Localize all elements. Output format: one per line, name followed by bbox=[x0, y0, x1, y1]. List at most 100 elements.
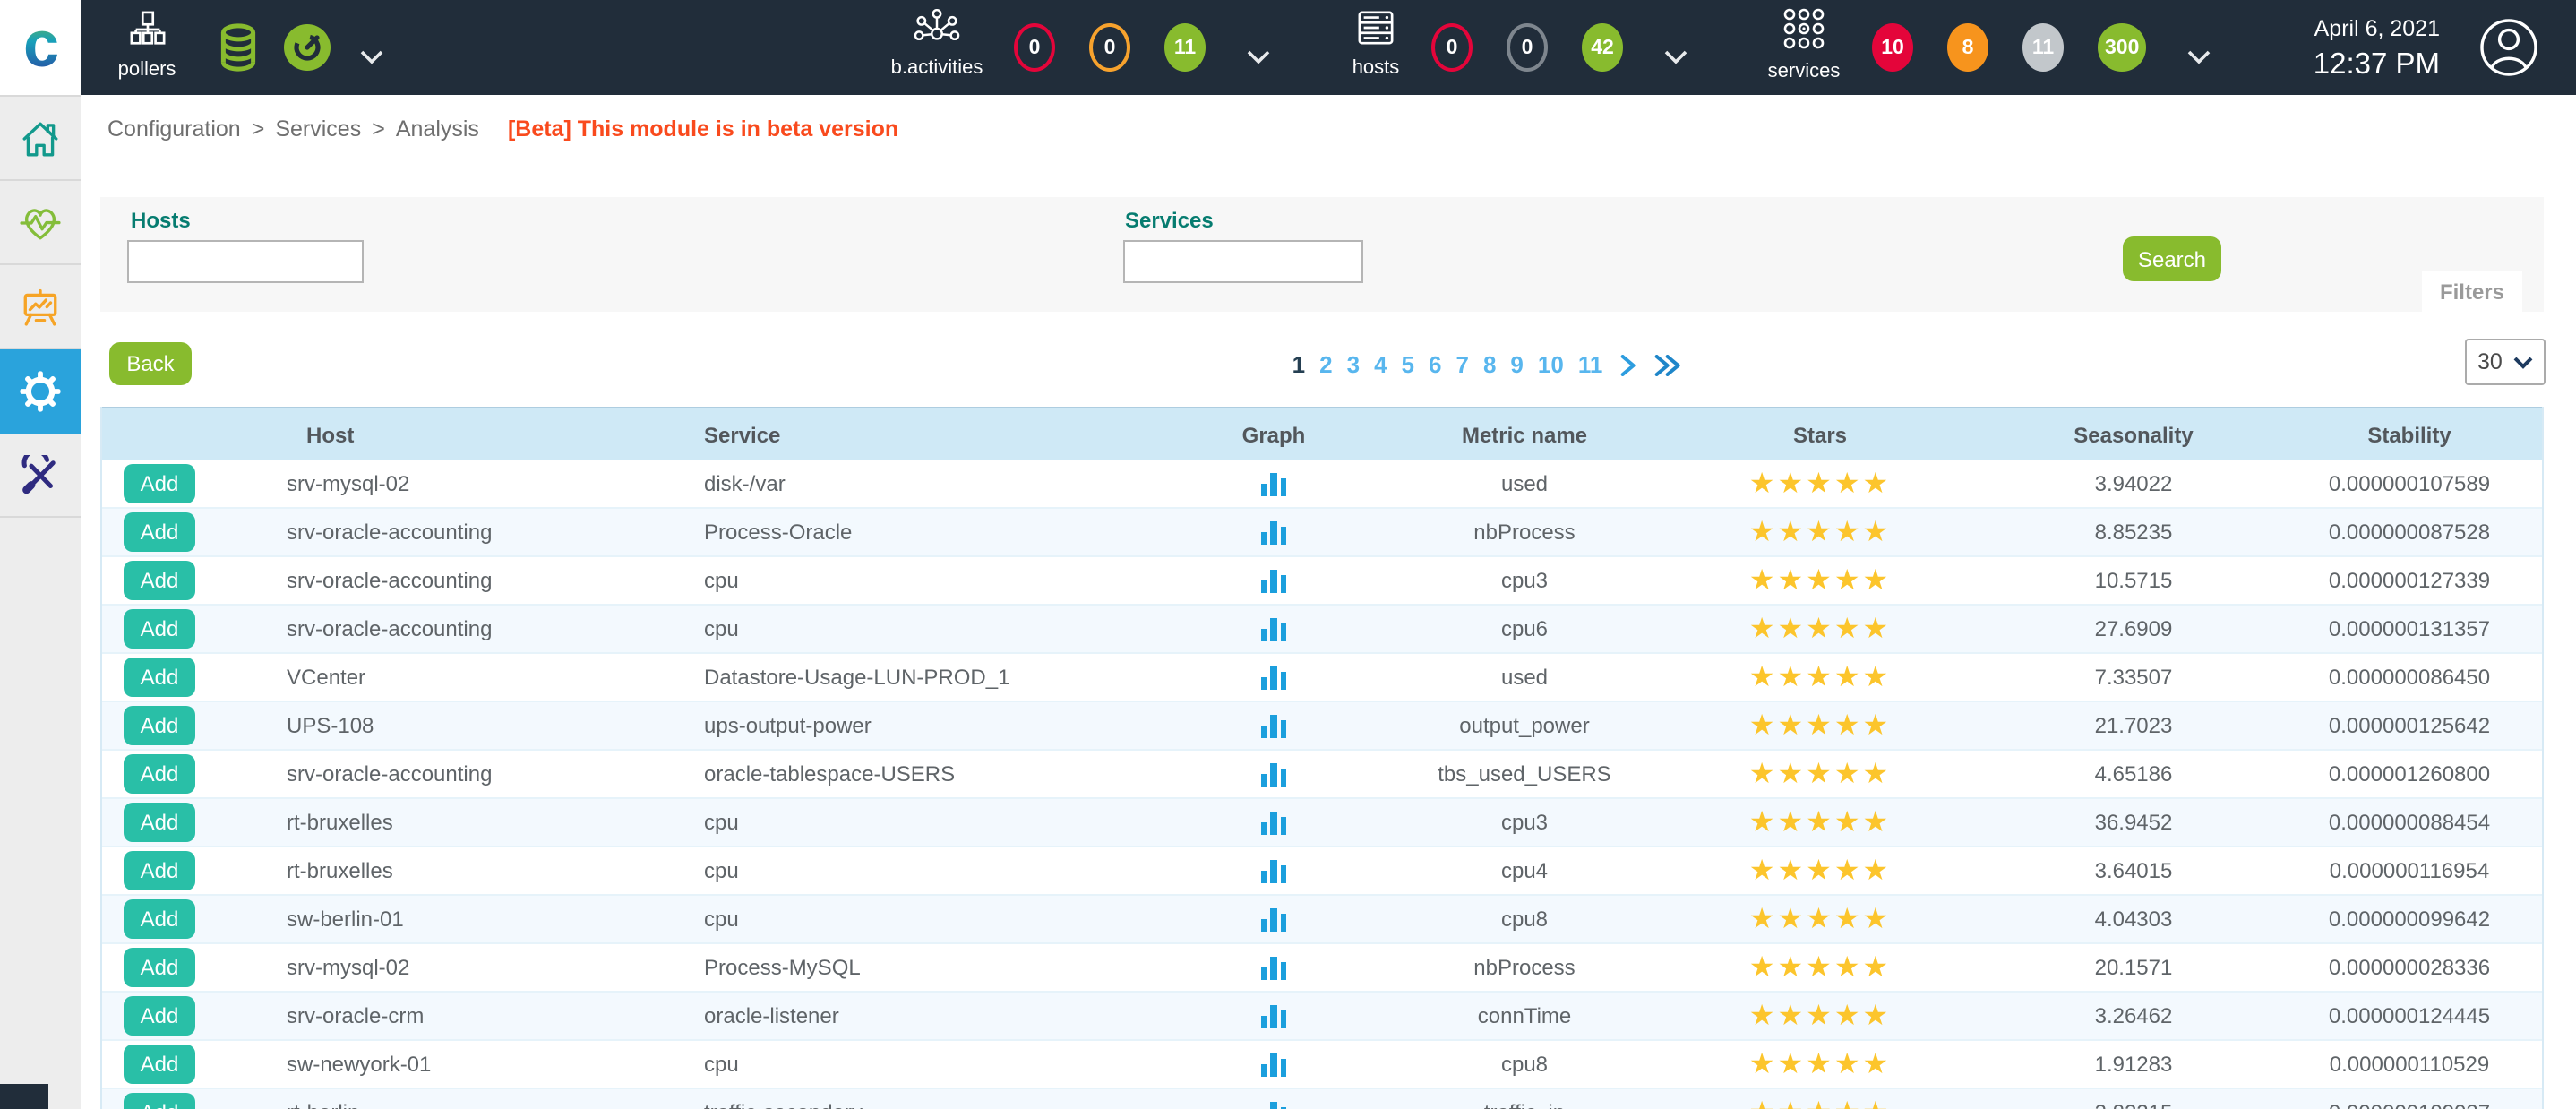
page-6[interactable]: 6 bbox=[1429, 351, 1441, 378]
hosts-filter-label: Hosts bbox=[131, 208, 191, 233]
page-8[interactable]: 8 bbox=[1483, 351, 1496, 378]
bar-chart-icon[interactable] bbox=[1261, 1101, 1287, 1109]
page-3[interactable]: 3 bbox=[1347, 351, 1360, 378]
status-badge-outline-red[interactable]: 0 bbox=[1014, 23, 1055, 72]
ba-dropdown[interactable] bbox=[1247, 41, 1270, 73]
bar-chart-icon[interactable] bbox=[1261, 956, 1287, 979]
page-7[interactable]: 7 bbox=[1455, 351, 1468, 378]
add-button[interactable]: Add bbox=[124, 851, 195, 890]
metric-cell: connTime bbox=[1399, 993, 1650, 1039]
server-icon bbox=[1356, 9, 1395, 47]
chevron-down-icon bbox=[2513, 356, 2533, 368]
host-cell: srv-oracle-crm bbox=[217, 993, 647, 1039]
table-row: Addsrv-oracle-accountingoracle-tablespac… bbox=[102, 751, 2542, 799]
add-button[interactable]: Add bbox=[124, 706, 195, 745]
page-9[interactable]: 9 bbox=[1510, 351, 1523, 378]
hosts-filter-input[interactable] bbox=[127, 240, 364, 283]
sidebar-item-home[interactable] bbox=[0, 97, 81, 181]
stability-cell: 0.000000124445 bbox=[2277, 993, 2542, 1039]
services-dropdown[interactable] bbox=[2187, 41, 2211, 73]
breadcrumb-configuration[interactable]: Configuration bbox=[107, 116, 241, 142]
seasonality-cell: 7.33507 bbox=[1990, 654, 2277, 701]
table-row: Add srv-oracle-crmoracle-listener connTime… bbox=[102, 993, 2542, 1041]
status-badge-fill-gray[interactable]: 11 bbox=[2022, 23, 2064, 72]
add-button[interactable]: Add bbox=[124, 948, 195, 987]
bar-chart-icon[interactable] bbox=[1261, 1004, 1287, 1027]
add-button[interactable]: Add bbox=[124, 464, 195, 503]
add-button[interactable]: Add bbox=[124, 512, 195, 552]
status-badge-outline-gray[interactable]: 0 bbox=[1507, 23, 1548, 72]
status-badge-fill-green[interactable]: 300 bbox=[2098, 23, 2146, 72]
service-cell: oracle-listener bbox=[647, 993, 1148, 1039]
status-badge-outline-orange[interactable]: 0 bbox=[1089, 23, 1130, 72]
bar-chart-icon[interactable] bbox=[1261, 762, 1287, 786]
search-button[interactable]: Search bbox=[2123, 236, 2221, 281]
service-cell: oracle-tablespace-USERS bbox=[647, 751, 1148, 797]
add-button[interactable]: Add bbox=[124, 561, 195, 600]
service-cell: cpu bbox=[647, 557, 1148, 604]
add-button[interactable]: Add bbox=[124, 658, 195, 697]
next-page-button[interactable] bbox=[1620, 354, 1636, 375]
gauge-icon bbox=[283, 23, 331, 72]
ba-menu[interactable]: b.activities bbox=[885, 9, 989, 79]
top-bar: c pollers bbox=[0, 0, 2576, 95]
add-button[interactable]: Add bbox=[124, 1045, 195, 1084]
table-row: Addrt-bruxellescpucpu3★★★★★36.94520.0000… bbox=[102, 799, 2542, 847]
status-badge-fill-green[interactable]: 11 bbox=[1164, 23, 1206, 72]
pollers-dropdown[interactable] bbox=[360, 41, 383, 73]
add-button[interactable]: Add bbox=[124, 899, 195, 939]
page-5[interactable]: 5 bbox=[1402, 351, 1414, 378]
page-11[interactable]: 11 bbox=[1578, 351, 1603, 378]
star-rating: ★★★★★ bbox=[1650, 702, 1990, 749]
sidebar-item-configuration[interactable] bbox=[0, 349, 81, 434]
add-button[interactable]: Add bbox=[124, 803, 195, 842]
stability-cell: 0.000000028336 bbox=[2277, 944, 2542, 991]
hosts-menu[interactable]: hosts bbox=[1335, 9, 1417, 79]
services-filter-input[interactable] bbox=[1123, 240, 1363, 283]
bar-chart-icon[interactable] bbox=[1261, 666, 1287, 689]
page-size-select[interactable]: 30 bbox=[2465, 339, 2546, 385]
filters-toggle[interactable]: Filters bbox=[2422, 271, 2522, 312]
hosts-dropdown[interactable] bbox=[1664, 41, 1687, 73]
status-badge-fill-green[interactable]: 42 bbox=[1582, 23, 1623, 72]
sidebar-item-administration[interactable] bbox=[0, 434, 81, 518]
sidebar-item-reporting[interactable] bbox=[0, 265, 81, 349]
bar-chart-icon[interactable] bbox=[1261, 811, 1287, 834]
user-menu[interactable] bbox=[2479, 18, 2538, 86]
star-rating: ★★★★★ bbox=[1650, 1041, 1990, 1088]
bar-chart-icon[interactable] bbox=[1261, 520, 1287, 544]
page-10[interactable]: 10 bbox=[1538, 351, 1564, 378]
database-status[interactable] bbox=[217, 23, 260, 81]
pagination: 123456789 10 11 bbox=[1292, 351, 1682, 378]
status-badge-fill-red[interactable]: 10 bbox=[1872, 23, 1913, 72]
pollers-menu[interactable]: pollers bbox=[107, 11, 186, 81]
database-icon bbox=[217, 23, 260, 72]
latency-status[interactable] bbox=[283, 23, 331, 81]
add-button[interactable]: Add bbox=[124, 754, 195, 794]
bar-chart-icon[interactable] bbox=[1261, 472, 1287, 495]
service-cell: Process-MySQL bbox=[647, 944, 1148, 991]
breadcrumb-services[interactable]: Services bbox=[275, 116, 361, 142]
services-menu[interactable]: services bbox=[1756, 7, 1852, 82]
chevron-down-icon bbox=[1664, 50, 1687, 64]
metric-cell: used bbox=[1399, 460, 1650, 507]
centreon-logo[interactable]: c bbox=[0, 0, 81, 95]
back-button[interactable]: Back bbox=[109, 342, 192, 385]
sidebar-item-monitoring[interactable] bbox=[0, 181, 81, 265]
bar-chart-icon[interactable] bbox=[1261, 569, 1287, 592]
bar-chart-icon[interactable] bbox=[1261, 714, 1287, 737]
page-2[interactable]: 2 bbox=[1319, 351, 1332, 378]
page-1[interactable]: 1 bbox=[1292, 351, 1305, 378]
add-button[interactable]: Add bbox=[124, 1093, 195, 1109]
bar-chart-icon[interactable] bbox=[1261, 617, 1287, 640]
status-badge-outline-red[interactable]: 0 bbox=[1431, 23, 1473, 72]
sitemap-icon bbox=[128, 11, 166, 48]
bar-chart-icon[interactable] bbox=[1261, 1053, 1287, 1076]
status-badge-fill-orange[interactable]: 8 bbox=[1947, 23, 1988, 72]
last-page-button[interactable] bbox=[1654, 354, 1681, 375]
add-button[interactable]: Add bbox=[124, 996, 195, 1036]
page-4[interactable]: 4 bbox=[1374, 351, 1387, 378]
add-button[interactable]: Add bbox=[124, 609, 195, 649]
bar-chart-icon[interactable] bbox=[1261, 859, 1287, 882]
bar-chart-icon[interactable] bbox=[1261, 907, 1287, 931]
